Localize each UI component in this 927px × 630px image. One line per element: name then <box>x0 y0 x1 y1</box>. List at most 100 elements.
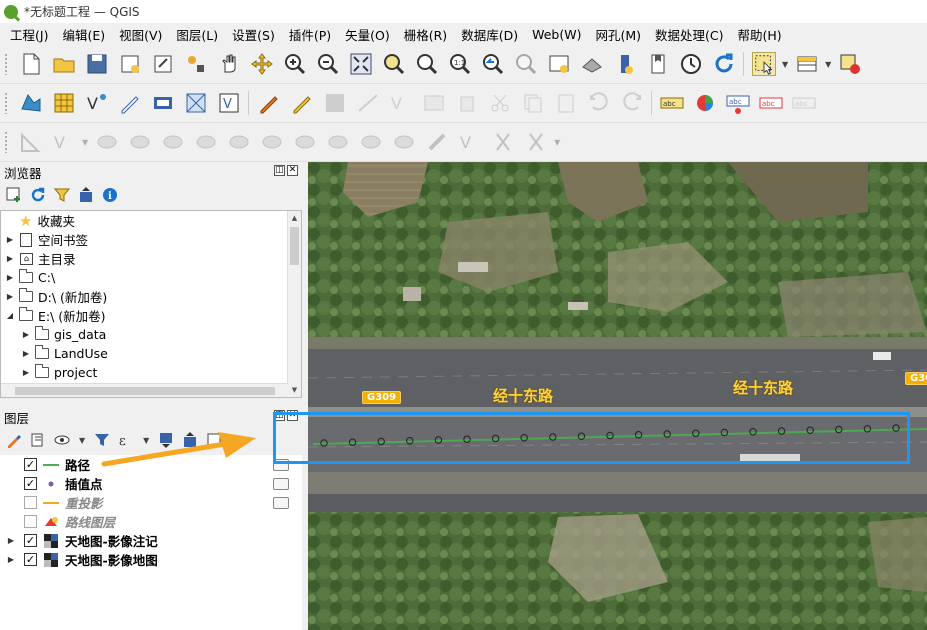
toggle-editing-icon[interactable] <box>290 91 314 115</box>
layer-item-route-layer[interactable]: 路线图层 <box>0 512 302 531</box>
paste-features-icon[interactable] <box>554 91 578 115</box>
collapse-all-icon[interactable] <box>77 186 95 204</box>
add-mesh-layer-icon[interactable] <box>184 91 208 115</box>
tree-item-spatial-bookmarks[interactable]: ▶ 空间书签 <box>1 230 301 249</box>
add-ring-icon[interactable]: V <box>52 130 76 154</box>
scroll-up-icon[interactable]: ▲ <box>288 211 301 225</box>
expand-arrow-icon[interactable]: ▶ <box>21 330 31 339</box>
menu-database[interactable]: 数据库(D) <box>457 25 522 44</box>
layer-item-reprojected[interactable]: 重投影 <box>0 493 302 512</box>
layer-visibility-checkbox[interactable]: ✓ <box>24 534 37 547</box>
zoom-next-icon[interactable] <box>514 52 538 76</box>
layer-item-interpolated-points[interactable]: ✓ 插值点 <box>0 474 302 493</box>
editing-indicator-icon[interactable] <box>273 496 289 509</box>
redo-icon[interactable] <box>620 91 644 115</box>
delete-ring-icon[interactable] <box>161 130 185 154</box>
add-vector-layer-icon[interactable] <box>19 91 43 115</box>
label-highlight-icon[interactable]: abc <box>759 91 783 115</box>
cut-features-icon[interactable] <box>488 91 512 115</box>
open-project-icon[interactable] <box>52 52 76 76</box>
menu-mesh[interactable]: 网孔(M) <box>591 25 645 44</box>
tree-item-drive-c[interactable]: ▶ C:\ <box>1 268 301 287</box>
save-project-icon[interactable] <box>85 52 109 76</box>
close-panel-icon[interactable]: ✕ <box>287 165 298 176</box>
diagram-icon[interactable] <box>693 91 717 115</box>
collapse-arrow-icon[interactable]: ◢ <box>5 311 15 320</box>
vertex-tool-icon[interactable]: V <box>389 91 413 115</box>
chevron-down-icon[interactable]: ▼ <box>825 60 831 69</box>
show-bookmarks-icon[interactable] <box>679 52 703 76</box>
digitize-icon[interactable] <box>118 91 142 115</box>
undo-icon[interactable] <box>587 91 611 115</box>
zoom-out-icon[interactable] <box>316 52 340 76</box>
browser-horizontal-scrollbar[interactable] <box>1 383 288 397</box>
scrollbar-thumb[interactable] <box>15 387 275 395</box>
menu-processing[interactable]: 数据处理(C) <box>651 25 727 44</box>
split-parts-icon[interactable] <box>359 130 383 154</box>
layer-visibility-checkbox[interactable]: ✓ <box>24 458 37 471</box>
temporal-controller-icon[interactable] <box>613 52 637 76</box>
rotate-point-symbols-icon[interactable]: V <box>458 130 482 154</box>
scrollbar-thumb[interactable] <box>290 227 299 265</box>
merge-features-icon[interactable] <box>392 130 416 154</box>
layer-item-tianditu-imagery[interactable]: ▶ ✓ 天地图-影像地图 <box>0 550 302 569</box>
layer-visibility-checkbox[interactable]: ✓ <box>24 553 37 566</box>
modify-attributes-icon[interactable] <box>422 91 446 115</box>
select-features-icon[interactable] <box>751 52 776 76</box>
chevron-down-icon[interactable]: ▼ <box>554 138 560 147</box>
split-features-icon[interactable] <box>326 130 350 154</box>
tree-item-favorites[interactable]: ★ 收藏夹 <box>1 211 301 230</box>
zoom-to-layer-icon[interactable] <box>415 52 439 76</box>
open-layer-styling-icon[interactable] <box>5 431 23 449</box>
expand-arrow-icon[interactable]: ▶ <box>5 273 15 282</box>
add-virtual-layer-icon[interactable]: V <box>217 91 241 115</box>
reshape-icon[interactable] <box>227 130 251 154</box>
manage-visibility-icon[interactable] <box>53 431 71 449</box>
expand-arrow-icon[interactable]: ▶ <box>5 254 15 263</box>
expand-arrow-icon[interactable]: ▶ <box>5 235 15 244</box>
current-edits-icon[interactable] <box>257 91 281 115</box>
scroll-down-icon[interactable]: ▼ <box>288 383 301 397</box>
layer-visibility-checkbox[interactable] <box>24 496 37 509</box>
advanced-digitize-icon[interactable] <box>19 130 43 154</box>
layer-visibility-checkbox[interactable] <box>24 515 37 528</box>
layer-item-tianditu-annotation[interactable]: ▶ ✓ 天地图-影像注记 <box>0 531 302 550</box>
label-toolbar-icon[interactable]: abc <box>660 91 684 115</box>
menu-view[interactable]: 视图(V) <box>115 25 166 44</box>
style-manager-icon[interactable] <box>184 52 208 76</box>
chevron-down-icon[interactable]: ▼ <box>782 60 788 69</box>
show-layout-manager-icon[interactable] <box>151 52 175 76</box>
fill-ring-icon[interactable] <box>128 130 152 154</box>
zoom-last-icon[interactable] <box>481 52 505 76</box>
add-gps-layer-icon[interactable] <box>151 91 175 115</box>
add-delimited-text-icon[interactable]: V <box>85 91 109 115</box>
menu-settings[interactable]: 设置(S) <box>228 25 279 44</box>
editing-indicator-icon[interactable] <box>273 477 289 490</box>
float-panel-icon[interactable]: ◫ <box>274 165 285 176</box>
zoom-full-icon[interactable] <box>349 52 373 76</box>
tree-item-project[interactable]: ▶ project <box>1 363 301 382</box>
delete-part-icon[interactable] <box>194 130 218 154</box>
new-print-layout-icon[interactable] <box>118 52 142 76</box>
expand-arrow-icon[interactable]: ▶ <box>6 536 16 545</box>
deselect-icon[interactable] <box>838 52 862 76</box>
expand-arrow-icon[interactable]: ▶ <box>5 292 15 301</box>
zoom-to-selection-icon[interactable] <box>382 52 406 76</box>
label-move-icon[interactable]: abc <box>792 91 816 115</box>
expand-arrow-icon[interactable]: ▶ <box>21 349 31 358</box>
label-pin-icon[interactable]: abc <box>726 91 750 115</box>
offset-curve-icon[interactable] <box>260 130 284 154</box>
pan-to-selection-icon[interactable] <box>250 52 274 76</box>
menu-project[interactable]: 工程(J) <box>6 25 52 44</box>
tree-item-gis-data[interactable]: ▶ gis_data <box>1 325 301 344</box>
tree-item-landuse[interactable]: ▶ LandUse <box>1 344 301 363</box>
menu-raster[interactable]: 栅格(R) <box>400 25 451 44</box>
menu-vector[interactable]: 矢量(O) <box>341 25 394 44</box>
tree-item-drive-d[interactable]: ▶ D:\ (新加卷) <box>1 287 301 306</box>
simplify-icon[interactable] <box>293 130 317 154</box>
menu-plugins[interactable]: 插件(P) <box>285 25 335 44</box>
refresh-icon[interactable] <box>29 186 47 204</box>
offset-point-symbols-icon[interactable] <box>491 130 515 154</box>
tree-item-drive-e[interactable]: ◢ E:\ (新加卷) <box>1 306 301 325</box>
add-selected-layer-icon[interactable] <box>5 186 23 204</box>
